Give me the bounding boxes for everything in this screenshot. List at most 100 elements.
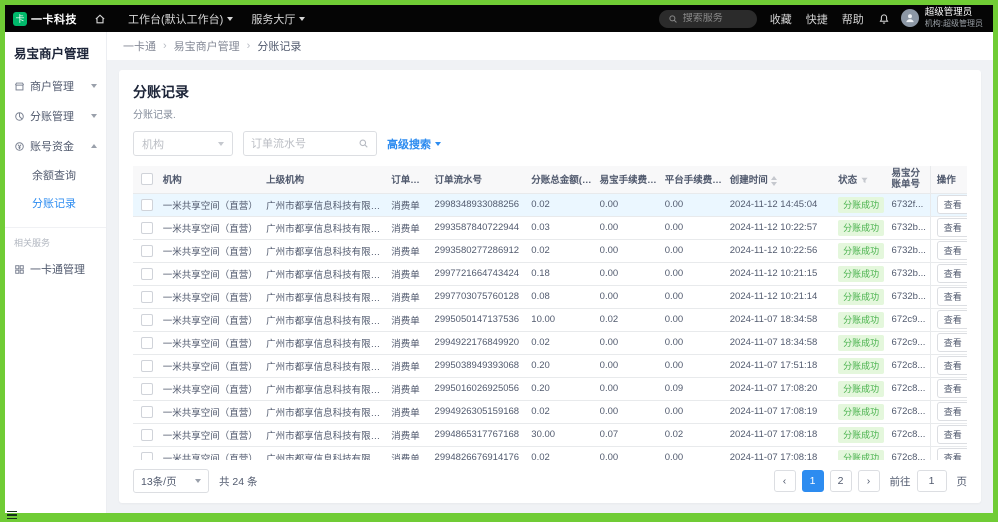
view-button[interactable]: 查看: [937, 287, 967, 306]
order-no-input[interactable]: [251, 138, 358, 150]
cell-org: 一米共享空间（直营）: [160, 216, 263, 239]
view-button[interactable]: 查看: [937, 218, 967, 237]
row-checkbox-cell: [133, 193, 160, 216]
cell-split-no: 672c8...: [889, 446, 931, 460]
sidebar-item-split-records[interactable]: 分账记录: [5, 189, 106, 217]
cell-yeepay-fee: 0.00: [597, 216, 662, 239]
row-checkbox[interactable]: [141, 245, 153, 257]
row-checkbox[interactable]: [141, 268, 153, 280]
view-button[interactable]: 查看: [937, 264, 967, 283]
user-org: 机构:超级管理员: [925, 19, 983, 28]
sort-created-icon[interactable]: [771, 176, 777, 186]
org-select-placeholder: 机构: [142, 136, 164, 152]
cell-status: 分账成功: [835, 193, 888, 216]
row-checkbox[interactable]: [141, 360, 153, 372]
chevron-down-icon: [435, 142, 441, 146]
cell-platform-fee: 0.00: [662, 446, 727, 460]
next-page-button[interactable]: ›: [858, 470, 880, 492]
cell-total-amount: 0.20: [528, 354, 596, 377]
cell-order-type: 消费单: [388, 262, 431, 285]
select-all-checkbox[interactable]: [141, 173, 153, 185]
cell-total-amount: 0.02: [528, 446, 596, 460]
cell-status: 分账成功: [835, 354, 888, 377]
cell-split-no: 672c8...: [889, 423, 931, 446]
chevron-down-icon: [227, 17, 233, 21]
merchant-icon: [14, 81, 25, 92]
total-count: 共 24 条: [219, 474, 258, 489]
sidebar-item-onecard-management[interactable]: 一卡通管理: [5, 254, 106, 284]
status-badge: 分账成功: [838, 243, 884, 259]
cell-created-at: 2024-11-07 18:34:58: [727, 331, 835, 354]
filter-funnel-icon[interactable]: [860, 176, 869, 185]
prev-page-button[interactable]: ‹: [774, 470, 796, 492]
view-button[interactable]: 查看: [937, 310, 967, 329]
row-checkbox[interactable]: [141, 337, 153, 349]
cell-order-type: 消费单: [388, 285, 431, 308]
cell-total-amount: 0.20: [528, 377, 596, 400]
goto-page-input[interactable]: [917, 470, 947, 492]
search-icon: [668, 14, 678, 24]
cell-platform-fee: 0.00: [662, 262, 727, 285]
cell-platform-fee: 0.00: [662, 216, 727, 239]
cell-created-at: 2024-11-07 18:34:58: [727, 308, 835, 331]
view-button[interactable]: 查看: [937, 425, 967, 444]
cell-action: 查看: [930, 193, 967, 216]
cell-order-type: 消费单: [388, 377, 431, 400]
page-subtitle: 分账记录.: [133, 106, 967, 121]
chevron-down-icon: [91, 84, 97, 88]
app-window: 卡 一卡科技 工作台(默认工作台) 服务大厅 收藏 快捷 帮助: [5, 5, 993, 513]
row-checkbox[interactable]: [141, 452, 153, 461]
status-badge: 分账成功: [838, 381, 884, 397]
sidebar-item-merchant-management[interactable]: 商户管理: [5, 71, 106, 101]
sidebar-collapse-icon[interactable]: [7, 509, 17, 521]
page-button-1[interactable]: 1: [802, 470, 824, 492]
service-hall-menu[interactable]: 服务大厅: [242, 5, 314, 32]
view-button[interactable]: 查看: [937, 356, 967, 375]
user-menu[interactable]: 超级管理员 机构:超级管理员: [901, 8, 983, 28]
app-logo[interactable]: 卡 一卡科技: [13, 11, 77, 27]
notifications-button[interactable]: [871, 13, 897, 25]
row-checkbox[interactable]: [141, 429, 153, 441]
cell-yeepay-fee: 0.00: [597, 446, 662, 460]
help-link[interactable]: 帮助: [835, 11, 871, 27]
cell-yeepay-fee: 0.00: [597, 354, 662, 377]
row-checkbox-cell: [133, 239, 160, 262]
row-checkbox[interactable]: [141, 314, 153, 326]
breadcrumb-item[interactable]: 易宝商户管理: [174, 38, 240, 54]
breadcrumb-item[interactable]: 一卡通: [123, 38, 156, 54]
chevron-up-icon: [91, 144, 97, 148]
cell-action: 查看: [930, 400, 967, 423]
cell-yeepay-fee: 0.00: [597, 193, 662, 216]
row-checkbox[interactable]: [141, 406, 153, 418]
shortcut-link[interactable]: 快捷: [799, 11, 835, 27]
home-button[interactable]: [85, 5, 119, 32]
global-search-input[interactable]: [683, 13, 745, 24]
view-button[interactable]: 查看: [937, 195, 967, 214]
sidebar-item-account-funds[interactable]: 账号资金: [5, 131, 106, 161]
cell-parent-org: 广州市都享信息科技有限公司: [263, 377, 388, 400]
view-button[interactable]: 查看: [937, 241, 967, 260]
view-button[interactable]: 查看: [937, 333, 967, 352]
favorites-link[interactable]: 收藏: [763, 11, 799, 27]
sidebar-item-balance-query[interactable]: 余额查询: [5, 161, 106, 189]
cell-action: 查看: [930, 423, 967, 446]
row-checkbox[interactable]: [141, 222, 153, 234]
row-checkbox[interactable]: [141, 199, 153, 211]
workspace-menu[interactable]: 工作台(默认工作台): [119, 5, 242, 32]
sidebar-item-split-management[interactable]: 分账管理: [5, 101, 106, 131]
page-size-select[interactable]: 13条/页: [133, 469, 209, 493]
view-button[interactable]: 查看: [937, 379, 967, 398]
row-checkbox[interactable]: [141, 291, 153, 303]
cell-action: 查看: [930, 331, 967, 354]
cell-platform-fee: 0.00: [662, 400, 727, 423]
view-button[interactable]: 查看: [937, 402, 967, 421]
advanced-search-toggle[interactable]: 高级搜索: [387, 136, 441, 152]
view-button[interactable]: 查看: [937, 448, 967, 460]
cell-yeepay-fee: 0.00: [597, 239, 662, 262]
table-row: 一米共享空间（直营）广州市都享信息科技有限公司消费单29948653177671…: [133, 423, 967, 446]
org-select[interactable]: 机构: [133, 131, 233, 156]
row-checkbox[interactable]: [141, 383, 153, 395]
page-button-2[interactable]: 2: [830, 470, 852, 492]
global-search[interactable]: [659, 10, 757, 28]
related-services-label: 相关服务: [5, 234, 106, 254]
